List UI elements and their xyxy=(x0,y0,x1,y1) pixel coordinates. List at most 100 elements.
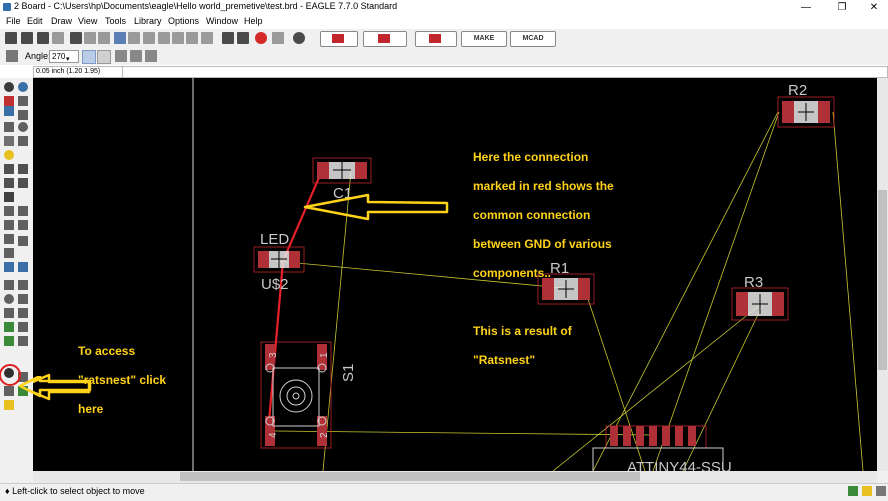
menu-window[interactable]: Window xyxy=(206,16,238,26)
add-icon[interactable] xyxy=(18,164,28,174)
zoom-fit-icon[interactable] xyxy=(143,32,155,44)
design-link-button[interactable] xyxy=(320,31,358,47)
undo-icon[interactable] xyxy=(222,32,234,44)
alert-status-icon[interactable] xyxy=(862,486,872,496)
option-icon-1[interactable] xyxy=(115,50,127,62)
s1-label: S1 xyxy=(340,364,357,382)
pin1-label: 1 xyxy=(319,352,330,358)
paste-icon[interactable] xyxy=(4,150,14,160)
menu-draw[interactable]: Draw xyxy=(51,16,72,26)
zoom-select-icon[interactable] xyxy=(186,32,198,44)
horizontal-scroll-thumb[interactable] xyxy=(180,472,640,481)
ripup-icon[interactable] xyxy=(18,236,28,246)
show-icon[interactable] xyxy=(18,82,28,92)
zoom-in-icon[interactable] xyxy=(158,32,170,44)
board-icon[interactable] xyxy=(114,32,126,44)
menu-tools[interactable]: Tools xyxy=(105,16,126,26)
attiny-label: ATTINY44-SSU xyxy=(627,459,732,471)
change-icon[interactable] xyxy=(18,136,28,146)
board-canvas[interactable]: C1 LED U$2 R1 R2 R3 ATTINY44-SSU S1 4 3 … xyxy=(33,78,877,471)
split-icon[interactable] xyxy=(4,220,14,230)
polygon-icon[interactable] xyxy=(18,308,28,318)
bus-icon[interactable] xyxy=(18,262,28,272)
arc-icon[interactable] xyxy=(18,294,28,304)
menu-help[interactable]: Help xyxy=(244,16,263,26)
save-icon[interactable] xyxy=(21,32,33,44)
via-icon[interactable] xyxy=(4,322,14,332)
hole-icon[interactable] xyxy=(18,322,28,332)
menu-file[interactable]: File xyxy=(6,16,21,26)
maximize-button[interactable]: ❐ xyxy=(826,0,858,15)
spin-icon[interactable] xyxy=(97,50,111,64)
miter-icon[interactable] xyxy=(18,206,28,216)
option-icon-2[interactable] xyxy=(130,50,142,62)
auto-icon[interactable] xyxy=(18,336,28,346)
redo-icon[interactable] xyxy=(237,32,249,44)
run-icon[interactable] xyxy=(98,32,110,44)
r2-component xyxy=(777,96,835,128)
display-icon[interactable] xyxy=(4,96,14,106)
menu-view[interactable]: View xyxy=(78,16,97,26)
smash-icon[interactable] xyxy=(4,206,14,216)
r3-label: R3 xyxy=(744,274,763,291)
led-component xyxy=(253,246,305,273)
u2-label: U$2 xyxy=(261,276,289,293)
pcb-quote-button[interactable] xyxy=(363,31,407,47)
option-icon-3[interactable] xyxy=(145,50,157,62)
layer-icon[interactable] xyxy=(128,32,140,44)
close-button[interactable]: ✕ xyxy=(858,0,888,15)
command-palette xyxy=(0,78,34,485)
use-icon[interactable] xyxy=(70,32,82,44)
mirror-icon[interactable] xyxy=(82,50,96,64)
cancel-status-icon[interactable] xyxy=(876,486,886,496)
name-icon[interactable] xyxy=(4,178,14,188)
go-icon[interactable] xyxy=(272,32,284,44)
meander-icon[interactable] xyxy=(4,248,14,258)
help-icon[interactable] xyxy=(293,32,305,44)
mirror-tool-icon[interactable] xyxy=(4,122,14,132)
group-icon[interactable] xyxy=(4,136,14,146)
warning-icon[interactable] xyxy=(4,400,14,410)
open-icon[interactable] xyxy=(5,32,17,44)
rotate-icon[interactable] xyxy=(18,122,28,132)
pin2-label: 2 xyxy=(319,432,330,438)
cam-icon[interactable] xyxy=(52,32,64,44)
info-icon[interactable] xyxy=(4,82,14,92)
optimize-icon[interactable] xyxy=(18,220,28,230)
stop-icon[interactable] xyxy=(255,32,267,44)
menu-bar: File Edit Draw View Tools Library Option… xyxy=(0,15,888,29)
menu-options[interactable]: Options xyxy=(168,16,199,26)
wire-icon[interactable] xyxy=(4,262,14,272)
mark-icon[interactable] xyxy=(18,96,28,106)
command-input[interactable] xyxy=(122,66,888,78)
coordinate-readout: 0.05 inch (1.20 1.95) xyxy=(33,66,123,78)
text-icon[interactable] xyxy=(18,280,28,290)
angle-select[interactable]: 270 xyxy=(49,50,79,63)
line-icon[interactable] xyxy=(4,280,14,290)
menu-library[interactable]: Library xyxy=(134,16,162,26)
lock-icon[interactable] xyxy=(4,192,14,202)
grid-icon[interactable] xyxy=(6,50,18,62)
minimize-button[interactable]: — xyxy=(790,0,822,15)
idf-button[interactable] xyxy=(415,31,457,47)
mcad-button[interactable]: MCAD xyxy=(510,31,556,47)
make-button[interactable]: MAKE xyxy=(461,31,507,47)
ratsnest-tool-icon[interactable] xyxy=(4,336,14,346)
route-icon[interactable] xyxy=(4,234,14,244)
r2-label: R2 xyxy=(788,82,807,99)
value-icon[interactable] xyxy=(18,178,28,188)
copy-icon[interactable] xyxy=(18,110,28,120)
vertical-scroll-thumb[interactable] xyxy=(878,190,887,370)
c1-component xyxy=(312,157,372,184)
rect-icon[interactable] xyxy=(4,308,14,318)
delete-icon[interactable] xyxy=(4,164,14,174)
menu-edit[interactable]: Edit xyxy=(27,16,43,26)
circle-icon[interactable] xyxy=(4,294,14,304)
print-icon[interactable] xyxy=(37,32,49,44)
drc-status-icon[interactable] xyxy=(848,486,858,496)
script-icon[interactable] xyxy=(84,32,96,44)
pin3-label: 3 xyxy=(268,352,279,358)
zoom-out-icon[interactable] xyxy=(172,32,184,44)
move-icon[interactable] xyxy=(4,106,14,116)
redraw-icon[interactable] xyxy=(201,32,213,44)
